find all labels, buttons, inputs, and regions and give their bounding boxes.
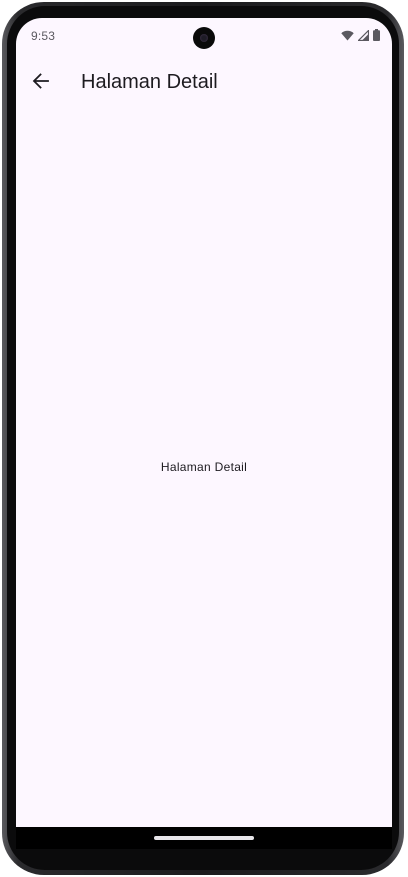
page-title: Halaman Detail	[81, 71, 218, 93]
battery-icon	[373, 29, 380, 41]
status-bar: 9:53	[16, 18, 392, 56]
phone-device: 9:53 Halaman Detail Halaman Detail	[0, 0, 408, 877]
status-icons	[341, 29, 380, 41]
app-bar: Halaman Detail	[16, 56, 392, 112]
wifi-icon	[341, 30, 354, 40]
signal-icon	[358, 29, 369, 41]
status-time: 9:53	[31, 29, 56, 43]
front-camera	[193, 27, 215, 49]
screen: 9:53 Halaman Detail Halaman Detail	[16, 18, 392, 849]
arrow-back-icon	[32, 73, 49, 89]
back-button[interactable]	[25, 65, 57, 97]
gesture-nav-bar	[16, 827, 392, 849]
home-gesture-handle[interactable]	[154, 836, 254, 840]
body-text: Halaman Detail	[160, 460, 248, 474]
